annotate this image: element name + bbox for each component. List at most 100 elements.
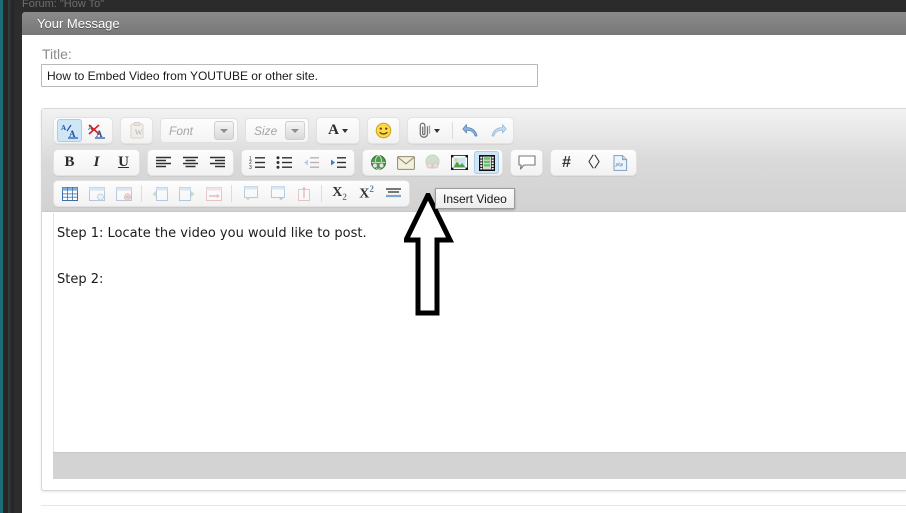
spell-check-button[interactable]: A A: [57, 119, 82, 142]
svg-text:A: A: [61, 124, 66, 132]
insert-image-button[interactable]: [447, 151, 472, 174]
chevron-down-icon[interactable]: [285, 121, 305, 140]
outdent-icon: [304, 157, 319, 168]
horizontal-rule-button[interactable]: [381, 182, 406, 205]
indent-icon: [331, 157, 346, 168]
ordered-list-button[interactable]: 123: [245, 151, 270, 174]
svg-text:W: W: [134, 128, 142, 137]
insert-video-button[interactable]: [474, 151, 499, 174]
editor-gutter: [53, 213, 54, 452]
breadcrumb[interactable]: Forum: "How To": [22, 0, 322, 11]
insert-email-button[interactable]: [393, 151, 418, 174]
insert-php-button[interactable]: php: [608, 151, 633, 174]
bullet-list-icon: [276, 156, 292, 169]
insert-table-button[interactable]: [57, 182, 82, 205]
table-properties-icon: [88, 186, 105, 201]
table-properties-button[interactable]: [84, 182, 109, 205]
chevron-down-icon[interactable]: [341, 128, 348, 133]
insert-row-above-button[interactable]: [237, 182, 262, 205]
insert-hash-button[interactable]: #: [554, 151, 579, 174]
text-style-group: B I U: [53, 149, 140, 176]
superscript-icon: X2: [359, 184, 374, 202]
unordered-list-button[interactable]: [272, 151, 297, 174]
code-group: # 〈〉 php: [550, 149, 637, 176]
attach-file-button[interactable]: [411, 119, 447, 142]
outdent-button[interactable]: [299, 151, 324, 174]
underline-icon: U: [118, 154, 129, 170]
svg-text:php: php: [615, 163, 624, 168]
svg-text:3: 3: [249, 165, 252, 169]
column-insert-left-icon: [152, 186, 168, 201]
message-body-text[interactable]: Step 1: Locate the video you would like …: [57, 222, 901, 291]
column-insert-right-icon: [178, 186, 194, 201]
page-title: Your Message: [37, 16, 120, 31]
subscript-icon: X2: [332, 184, 347, 202]
delete-row-button[interactable]: [291, 182, 316, 205]
text-color-button[interactable]: A: [320, 119, 356, 142]
superscript-button[interactable]: X2: [354, 182, 379, 205]
insert-column-left-button[interactable]: [147, 182, 172, 205]
paste-group: W: [120, 117, 153, 144]
insert-quote-button[interactable]: [514, 151, 539, 174]
insert-row-below-button[interactable]: [264, 182, 289, 205]
column-delete-icon: [205, 186, 222, 201]
toolbar-divider: [321, 185, 322, 202]
message-panel-header: Your Message: [22, 12, 906, 35]
toolbar-divider: [141, 185, 142, 202]
bold-icon: B: [64, 154, 75, 170]
tooltip: Insert Video: [435, 188, 515, 209]
subscript-button[interactable]: X2: [327, 182, 352, 205]
row-delete-icon: [297, 186, 310, 201]
toolbar-row-1: A A A A W Font Size A: [42, 115, 906, 146]
bottom-divider: [41, 505, 906, 506]
insert-column-right-button[interactable]: [174, 182, 199, 205]
size-select[interactable]: Size: [245, 118, 309, 143]
editor-status-bar: [53, 452, 906, 479]
chevron-down-icon[interactable]: [214, 121, 234, 140]
picture-icon: [451, 155, 468, 170]
spell-check-off-button[interactable]: A A: [84, 119, 109, 142]
row-insert-above-icon: [243, 186, 258, 201]
title-input[interactable]: [41, 64, 538, 87]
paste-from-word-button[interactable]: W: [124, 119, 149, 142]
chevron-down-icon[interactable]: [434, 128, 440, 133]
speech-bubble-icon: [517, 155, 536, 170]
indent-button[interactable]: [326, 151, 351, 174]
message-body-area[interactable]: Step 1: Locate the video you would like …: [42, 213, 906, 452]
font-select[interactable]: Font: [160, 118, 238, 143]
align-left-button[interactable]: [151, 151, 176, 174]
align-left-icon: [156, 156, 171, 168]
insert-emoticon-button[interactable]: [371, 119, 396, 142]
table-icon: [61, 186, 78, 201]
unlink-globe-icon: [425, 154, 440, 169]
align-center-icon: [183, 156, 198, 168]
underline-button[interactable]: U: [111, 151, 136, 174]
font-select-label: Font: [169, 123, 194, 138]
window-edge-gradient: [8, 0, 12, 513]
tooltip-text: Insert Video: [443, 191, 507, 206]
insert-code-button[interactable]: 〈〉: [580, 151, 609, 174]
bold-button[interactable]: B: [57, 151, 82, 174]
size-select-label: Size: [254, 123, 278, 138]
align-center-button[interactable]: [178, 151, 203, 174]
alignment-group: [147, 149, 234, 176]
emoticon-group: [367, 117, 400, 144]
delete-table-button[interactable]: [111, 182, 136, 205]
delete-column-button[interactable]: [201, 182, 226, 205]
table-group: X2 X2: [53, 180, 410, 207]
quote-group: [510, 149, 543, 176]
toolbar-row-2: B I U 1 2 3 # 〈〉 php: [42, 147, 906, 178]
align-right-icon: [210, 156, 225, 168]
envelope-icon: [396, 155, 415, 170]
text-color-group: A: [316, 117, 360, 144]
italic-button[interactable]: I: [84, 151, 109, 174]
insert-link-button[interactable]: [366, 151, 391, 174]
remove-link-button[interactable]: [420, 151, 445, 174]
rich-text-editor: A A A A W Font Size A B I U 1 2 3 # 〈〉 p…: [41, 108, 906, 491]
redo-button[interactable]: [485, 119, 510, 142]
insert-media-group: [362, 149, 503, 176]
annotation-arrow-up: [404, 193, 454, 317]
title-label: Title:: [42, 46, 72, 62]
undo-button[interactable]: [458, 119, 483, 142]
align-right-button[interactable]: [205, 151, 230, 174]
